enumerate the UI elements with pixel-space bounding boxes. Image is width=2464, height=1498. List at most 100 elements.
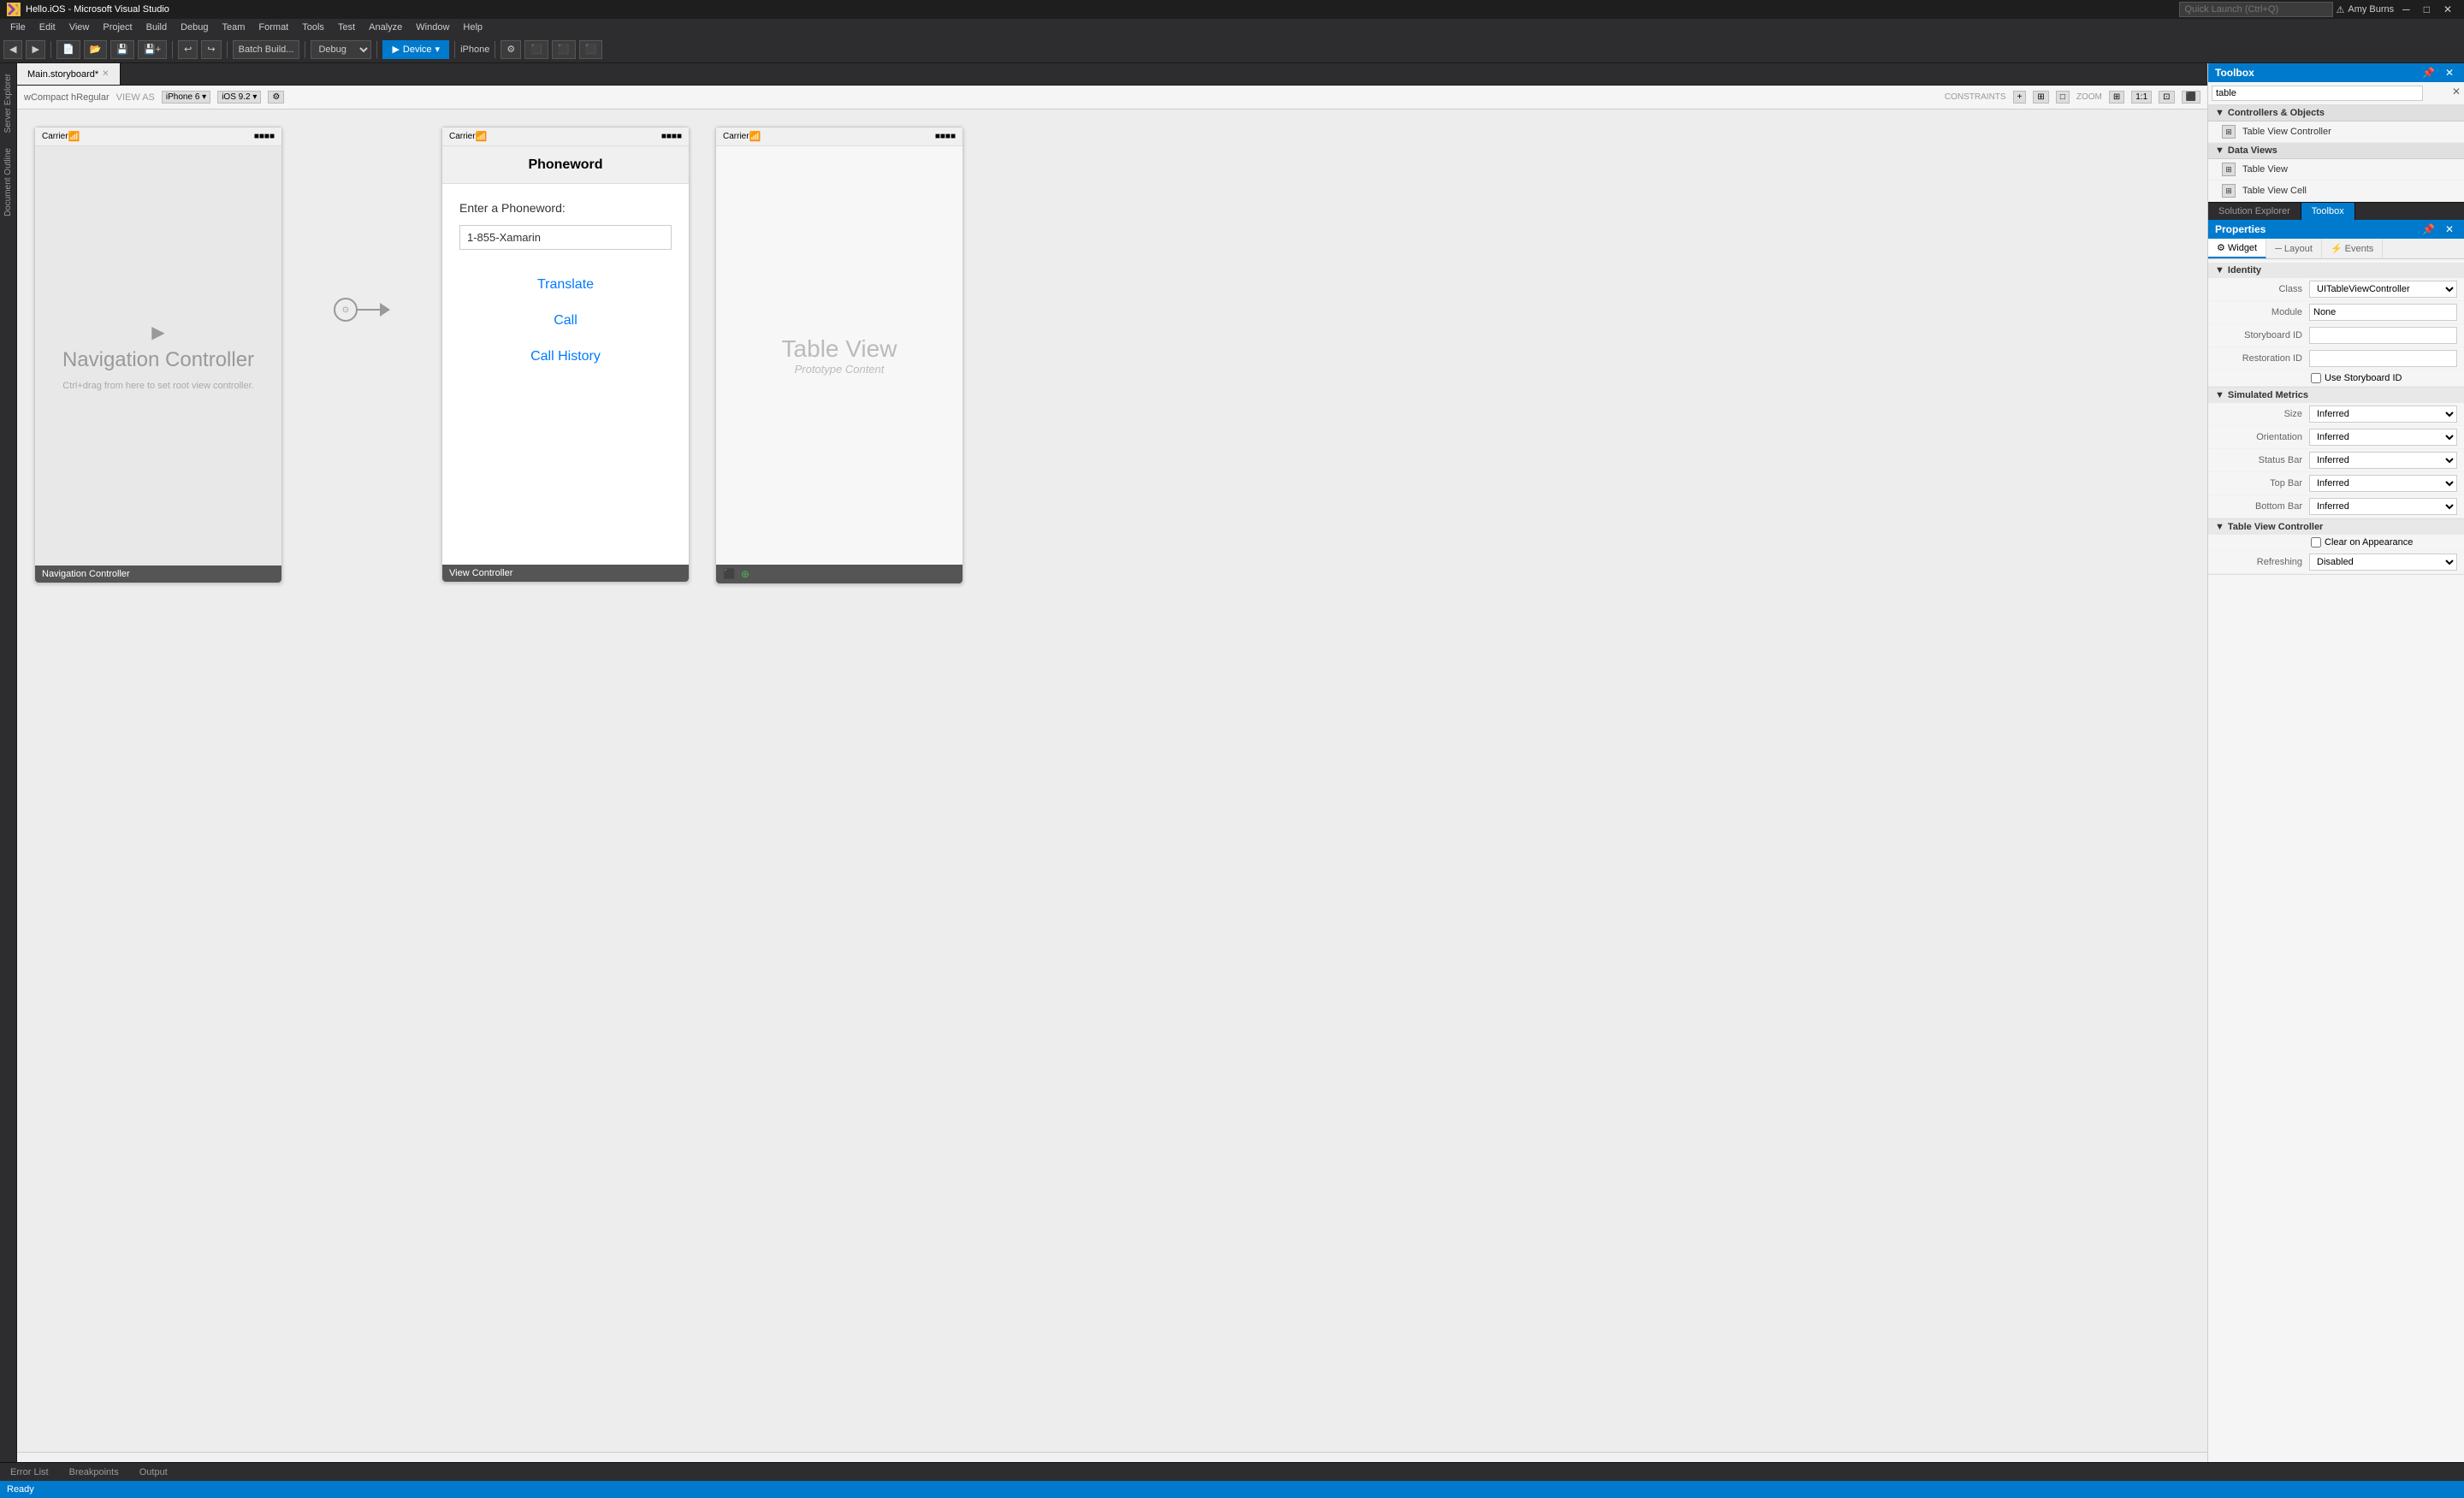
horizontal-scrollbar[interactable] (17, 1452, 2207, 1462)
output-tab[interactable]: Output (129, 1467, 178, 1477)
toolbox-item-table-view[interactable]: ⊞ Table View (2208, 159, 2464, 181)
toolbox-section-header-controllers[interactable]: ▼ Controllers & Objects (2208, 105, 2464, 121)
sidebar-tab-document-outline[interactable]: Document Outline (2, 141, 15, 223)
restore-button[interactable]: □ (2419, 2, 2435, 17)
class-select[interactable]: UITableViewController (2309, 281, 2457, 298)
solution-explorer-tab[interactable]: Solution Explorer (2208, 203, 2301, 220)
top-bar-select[interactable]: Inferred (2309, 475, 2457, 492)
restoration-id-input[interactable] (2309, 350, 2457, 367)
clear-appearance-checkbox[interactable] (2311, 537, 2321, 548)
toolbar-icon-4[interactable]: ⬛ (579, 40, 603, 59)
redo-button[interactable]: ↪ (201, 40, 221, 59)
menu-team[interactable]: Team (216, 21, 252, 34)
menu-file[interactable]: File (3, 21, 33, 34)
save-button[interactable]: 💾 (110, 40, 134, 59)
canvas-settings-button[interactable]: ⚙ (268, 91, 284, 104)
menu-build[interactable]: Build (139, 21, 174, 34)
zoom-100-button[interactable]: 1:1 (2131, 91, 2152, 104)
menu-test[interactable]: Test (331, 21, 362, 34)
tab-widget[interactable]: ⚙ Widget (2208, 239, 2266, 258)
toolbox-search-clear[interactable]: ✕ (2452, 86, 2461, 98)
widget-icon: ⚙ (2217, 242, 2225, 253)
phoneword-input[interactable] (459, 225, 672, 250)
build-config-dropdown[interactable]: Debug Release (311, 40, 371, 59)
toolbar-icon-3[interactable]: ⬛ (552, 40, 576, 59)
sidebar-tab-server-explorer[interactable]: Server Explorer (2, 67, 15, 139)
menu-edit[interactable]: Edit (33, 21, 62, 34)
arrow-head-icon (380, 303, 390, 317)
tvc-phone[interactable]: Carrier 📶 ■■■■ Table View Prototype Cont… (715, 127, 963, 584)
menu-format[interactable]: Format (252, 21, 295, 34)
vc-phone[interactable]: Carrier 📶 ■■■■ Phoneword Enter a Phonewo… (441, 127, 690, 583)
toolbox-item-table-view-cell[interactable]: ⊞ Table View Cell (2208, 181, 2464, 202)
new-project-button[interactable]: 📄 (56, 40, 80, 59)
toolbox-item-table-view-controller[interactable]: ⊞ Table View Controller (2208, 121, 2464, 143)
toolbox-search-input[interactable] (2212, 86, 2423, 101)
toolbar-icon-1[interactable]: ⚙ (500, 40, 521, 59)
canvas-scroll[interactable]: Carrier 📶 ■■■■ ▶ Navigation Controller C… (17, 110, 2207, 1452)
translate-button[interactable]: Translate (459, 267, 672, 303)
status-bar: Ready (0, 1481, 2464, 1498)
bottom-bar-select[interactable]: Inferred (2309, 498, 2457, 515)
class-label: Class (2215, 284, 2309, 294)
nav-controller-phone[interactable]: Carrier 📶 ■■■■ ▶ Navigation Controller C… (34, 127, 282, 583)
tab-events[interactable]: ⚡ Events (2322, 239, 2383, 258)
toolbox-section-header-data-views[interactable]: ▼ Data Views (2208, 143, 2464, 159)
tab-close-icon[interactable]: ✕ (102, 69, 109, 79)
zoom-fit-button[interactable]: ⊞ (2109, 91, 2124, 104)
props-tvc-header[interactable]: ▼ Table View Controller (2208, 519, 2464, 535)
module-input[interactable] (2309, 304, 2457, 321)
call-history-button[interactable]: Call History (459, 339, 672, 375)
open-button[interactable]: 📂 (84, 40, 108, 59)
menu-tools[interactable]: Tools (295, 21, 331, 34)
menu-help[interactable]: Help (456, 21, 489, 34)
tvc-carrier: Carrier (723, 132, 749, 141)
toolbox-pin-button[interactable]: 📌 (2419, 67, 2438, 79)
props-close-button[interactable]: ✕ (2442, 223, 2457, 235)
ios-version-button[interactable]: iOS 9.2 ▾ (217, 91, 261, 104)
iphone6-button[interactable]: iPhone 6 ▾ (162, 91, 210, 104)
size-select[interactable]: Inferred (2309, 406, 2457, 423)
toolbox-close-button[interactable]: ✕ (2442, 67, 2457, 79)
status-bar-select[interactable]: Inferred (2309, 452, 2457, 469)
menu-project[interactable]: Project (96, 21, 139, 34)
toolbar-icon-2[interactable]: ⬛ (524, 40, 548, 59)
vc-carrier: Carrier (449, 132, 476, 141)
toolbox-tab[interactable]: Toolbox (2301, 203, 2355, 220)
call-button[interactable]: Call (459, 303, 672, 339)
tab-main-storyboard[interactable]: Main.storyboard* ✕ (17, 63, 121, 85)
constraints-btn-3[interactable]: □ (2056, 91, 2070, 104)
table-view-cell-icon: ⊞ (2222, 184, 2236, 198)
run-icon: ▶ (392, 44, 399, 55)
constraints-btn-1[interactable]: + (2013, 91, 2027, 104)
zoom-expand-button[interactable]: ⬛ (2182, 91, 2200, 104)
menu-analyze[interactable]: Analyze (362, 21, 409, 34)
run-button[interactable]: ▶ Device ▾ (382, 40, 449, 59)
props-restoration-id-row: Restoration ID (2208, 347, 2464, 370)
close-button[interactable]: ✕ (2438, 2, 2457, 17)
constraints-btn-2[interactable]: ⊞ (2033, 91, 2048, 104)
breakpoints-tab[interactable]: Breakpoints (59, 1467, 129, 1477)
undo-button[interactable]: ↩ (178, 40, 198, 59)
menu-debug[interactable]: Debug (174, 21, 215, 34)
toolbox-search: ✕ (2208, 82, 2464, 105)
refreshing-select[interactable]: Disabled Enabled (2309, 554, 2457, 571)
back-button[interactable]: ◀ (3, 40, 22, 59)
error-list-tab[interactable]: Error List (0, 1467, 59, 1477)
storyboard-id-input[interactable] (2309, 327, 2457, 344)
save-all-button[interactable]: 💾+ (138, 40, 167, 59)
zoom-out-button[interactable]: ⊡ (2159, 91, 2174, 104)
props-pin-button[interactable]: 📌 (2419, 223, 2438, 235)
props-simulated-header[interactable]: ▼ Simulated Metrics (2208, 388, 2464, 403)
forward-button[interactable]: ▶ (26, 40, 44, 59)
tab-layout[interactable]: ─ Layout (2266, 239, 2322, 258)
props-identity-header[interactable]: ▼ Identity (2208, 263, 2464, 278)
menu-view[interactable]: View (62, 21, 97, 34)
batch-build-button[interactable]: Batch Build... (233, 40, 300, 59)
toolbox-item-label-tv: Table View (2242, 164, 2288, 175)
minimize-button[interactable]: ─ (2397, 2, 2415, 17)
menu-window[interactable]: Window (409, 21, 456, 34)
use-storyboard-checkbox[interactable] (2311, 373, 2321, 383)
orientation-select[interactable]: Inferred (2309, 429, 2457, 446)
quick-launch-input[interactable] (2179, 2, 2333, 17)
